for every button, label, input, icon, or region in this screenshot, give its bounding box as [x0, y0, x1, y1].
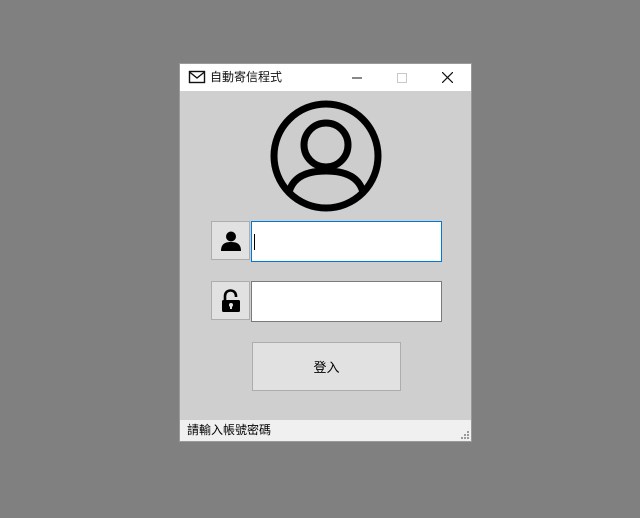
maximize-button[interactable] — [379, 64, 424, 91]
user-circle-icon — [270, 100, 382, 212]
password-icon-box — [211, 281, 250, 320]
close-button[interactable] — [425, 64, 470, 91]
title-bar[interactable]: 自動寄信程式 — [180, 64, 471, 91]
resize-grip-icon[interactable] — [459, 429, 469, 439]
minimize-icon — [351, 77, 362, 78]
password-field[interactable] — [251, 281, 442, 322]
status-message: 請輸入帳號密碼 — [187, 423, 272, 437]
user-icon — [220, 231, 241, 251]
login-window: 自動寄信程式 登入 請輸入帳號密碼 — [180, 64, 471, 441]
unlock-icon — [221, 288, 240, 312]
status-bar: 請輸入帳號密碼 — [180, 420, 471, 441]
text-caret — [254, 234, 255, 250]
mail-icon — [188, 70, 206, 84]
maximize-icon — [396, 72, 407, 83]
window-title: 自動寄信程式 — [210, 70, 283, 84]
login-button[interactable]: 登入 — [252, 342, 401, 391]
username-icon-box — [211, 221, 250, 260]
username-field[interactable] — [251, 221, 442, 262]
minimize-button[interactable] — [334, 64, 379, 91]
close-icon — [442, 72, 453, 83]
